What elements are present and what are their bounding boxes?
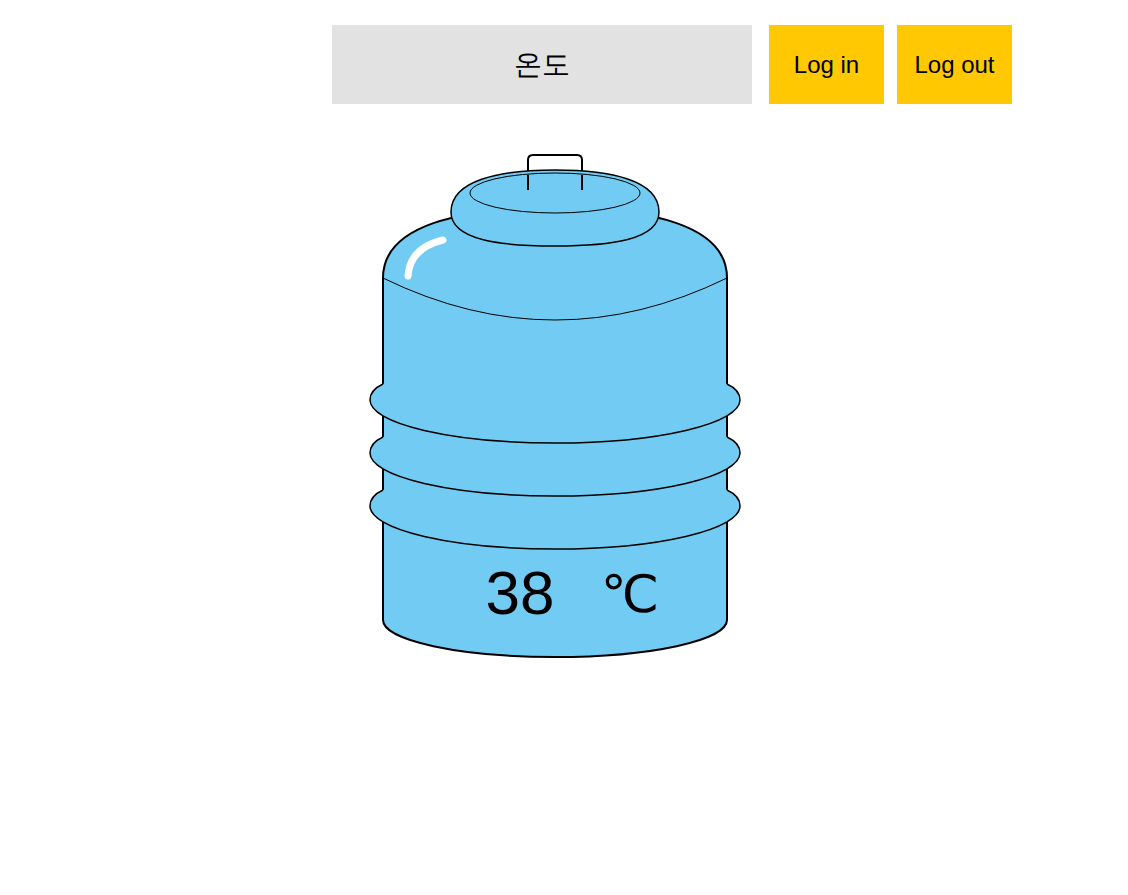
auth-button[interactable]: Log in [769, 25, 884, 104]
lid-rim-icon [470, 173, 640, 213]
dome-line-icon [383, 278, 727, 320]
auth-button[interactable]: Log out [897, 25, 1012, 104]
temperature-value: 38 [486, 558, 555, 627]
lid-icon [451, 170, 659, 246]
tank-icon: 38 ℃ [365, 150, 745, 665]
page: 온도Log inLog out 38 ℃ [0, 0, 1128, 665]
ring-icon [370, 357, 740, 443]
handle-leg-icon [528, 175, 582, 190]
highlight-icon [408, 240, 443, 276]
temperature-unit: ℃ [601, 564, 659, 624]
header: 온도Log inLog out [332, 25, 1128, 104]
title-box: 온도 [332, 25, 752, 104]
